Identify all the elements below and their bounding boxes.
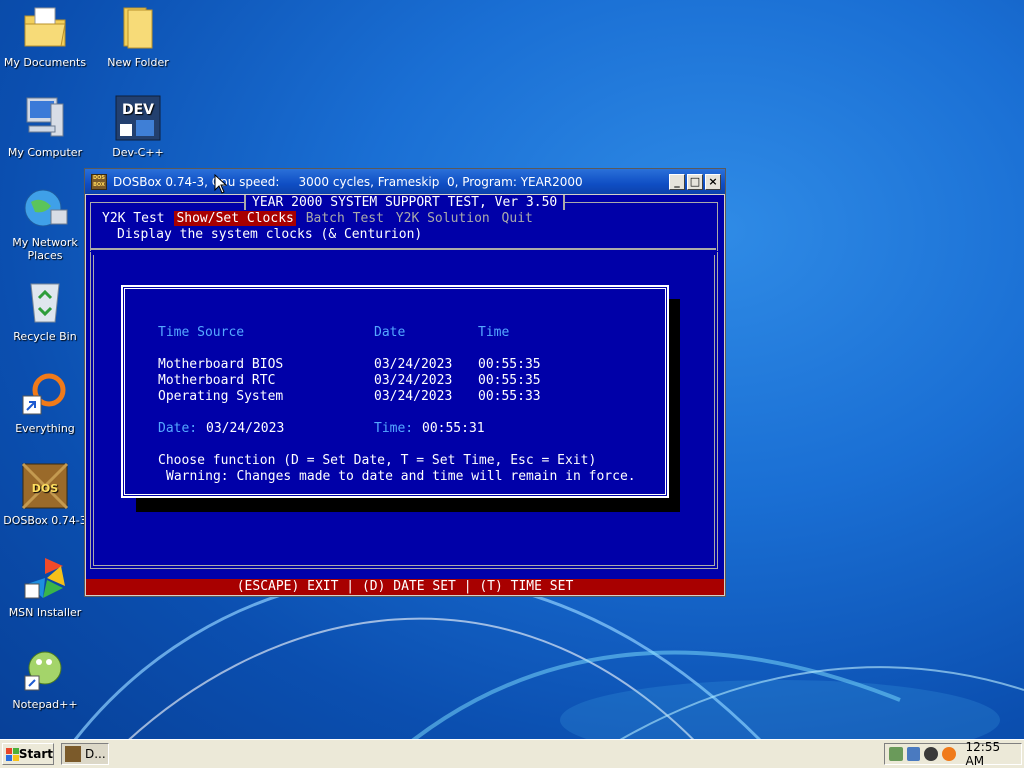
windows-flag-icon [6, 747, 19, 761]
current-date-label: Date: [158, 421, 198, 436]
start-button[interactable]: Start [2, 743, 54, 765]
notepad-plus-plus-icon [21, 646, 69, 694]
minimize-button[interactable]: _ [669, 173, 685, 190]
dev-cpp-icon: DEV [114, 94, 162, 142]
desktop-icon-everything[interactable]: Everything [2, 370, 88, 435]
window-titlebar[interactable]: DOS BOX DOSBox 0.74-3, Cpu speed: 3000 c… [85, 169, 725, 194]
row-date-os: 03/24/2023 [374, 389, 453, 404]
row-source-os: Operating System [158, 389, 284, 404]
main-menu: Y2K Test Show/Set Clocks Batch Test Y2K … [100, 211, 535, 227]
current-time-label: Time: [374, 421, 414, 436]
clocks-dialog: Time Source Date Time Motherboard BIOS 0… [121, 285, 669, 498]
desktop-icon-my-documents[interactable]: My Documents [2, 4, 88, 69]
warning-text: Warning: Changes made to date and time w… [166, 469, 636, 484]
row-date-rtc: 03/24/2023 [374, 373, 453, 388]
menu-separator [90, 248, 716, 250]
maximize-button[interactable]: □ [687, 173, 703, 190]
menu-y2k-test[interactable]: Y2K Test [100, 211, 167, 226]
desktop-icon-my-network-places[interactable]: My Network Places [2, 184, 88, 262]
row-date-bios: 03/24/2023 [374, 357, 453, 372]
header-time: Time [478, 325, 510, 340]
status-bar: (ESCAPE) EXIT | (D) DATE SET | (T) TIME … [86, 579, 724, 595]
tray-search-icon[interactable] [941, 747, 956, 761]
desktop-icon-dev-cpp[interactable]: DEV Dev-C++ [95, 94, 181, 159]
row-source-rtc: Motherboard RTC [158, 373, 276, 388]
msn-icon [21, 554, 69, 602]
function-prompt: Choose function (D = Set Date, T = Set T… [158, 453, 597, 468]
header-date: Date [374, 325, 406, 340]
menu-y2k-solution[interactable]: Y2K Solution [394, 211, 492, 226]
mouse-cursor-icon [214, 174, 228, 194]
program-title: YEAR 2000 SYSTEM SUPPORT TEST, Ver 3.50 [244, 195, 566, 210]
dosbox-window[interactable]: DOS BOX DOSBox 0.74-3, Cpu speed: 3000 c… [84, 168, 726, 597]
current-date-value[interactable]: 03/24/2023 [206, 421, 284, 437]
recycle-bin-icon [21, 278, 69, 326]
header-time-source: Time Source [158, 325, 245, 340]
folder-documents-icon [21, 4, 69, 52]
everything-search-icon [21, 370, 69, 418]
close-button[interactable]: × [705, 173, 721, 190]
task-label: D... [85, 747, 106, 761]
menu-quit[interactable]: Quit [500, 211, 535, 226]
desktop-icon-new-folder[interactable]: New Folder [95, 4, 181, 69]
desktop-icon-my-computer[interactable]: My Computer [2, 94, 88, 159]
dosbox-badge-text: DOS [32, 482, 58, 495]
row-time-os: 00:55:33 [478, 389, 541, 404]
dosbox-icon: DOS [21, 462, 69, 510]
menu-batch-test[interactable]: Batch Test [304, 211, 386, 226]
row-time-bios: 00:55:35 [478, 357, 541, 372]
dev-badge-text: DEV [122, 102, 154, 118]
tray-clock[interactable]: 12:55 AM [966, 740, 1021, 768]
folder-icon [114, 4, 162, 52]
desktop-icon-dosbox[interactable]: DOS DOSBox 0.74-3 [2, 462, 88, 527]
row-time-rtc: 00:55:35 [478, 373, 541, 388]
system-tray: 12:55 AM [884, 740, 1022, 768]
window-title: DOSBox 0.74-3, Cpu speed: 3000 cycles, F… [113, 174, 583, 189]
dos-screen[interactable]: YEAR 2000 SYSTEM SUPPORT TEST, Ver 3.50 … [86, 195, 724, 595]
tray-display-icon[interactable] [906, 747, 921, 761]
menu-show-set-clocks[interactable]: Show/Set Clocks [174, 211, 296, 226]
desktop-icon-msn-installer[interactable]: MSN Installer [2, 554, 88, 619]
taskbar-item-dosbox[interactable]: D... [61, 743, 109, 765]
tray-sound-icon[interactable] [924, 747, 938, 761]
dosbox-task-icon [65, 746, 81, 762]
current-time-value[interactable]: 00:55:31 [422, 421, 485, 437]
taskbar: Start D... 12:55 AM [0, 739, 1024, 768]
network-globe-icon [21, 184, 69, 232]
computer-icon [21, 94, 69, 142]
start-label: Start [18, 747, 53, 761]
dosbox-app-icon: DOS BOX [91, 173, 107, 190]
row-source-bios: Motherboard BIOS [158, 357, 284, 372]
tray-network-icon[interactable] [889, 747, 903, 761]
desktop-icon-notepad-plus-plus[interactable]: Notepad++ [2, 646, 88, 711]
desktop-icon-recycle-bin[interactable]: Recycle Bin [2, 278, 88, 343]
menu-description: Display the system clocks (& Centurion) [117, 227, 423, 242]
